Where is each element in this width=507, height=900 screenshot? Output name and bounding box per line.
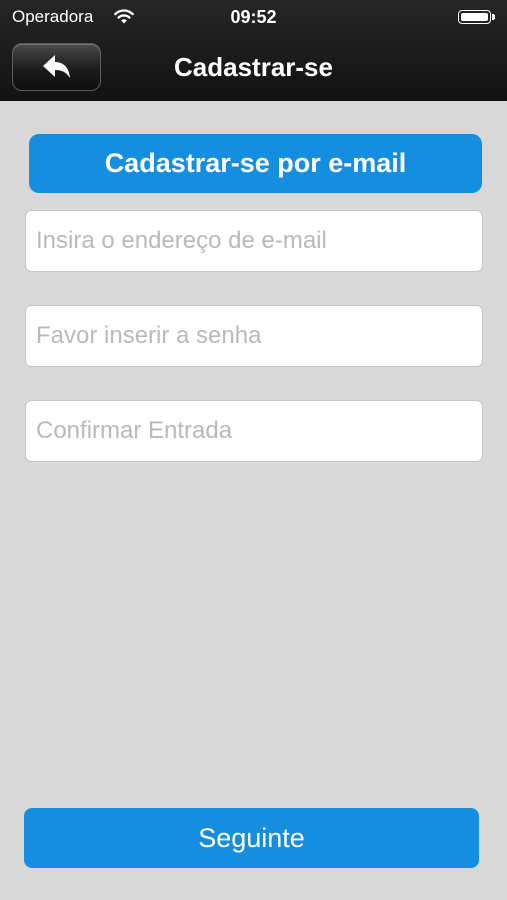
next-button[interactable]: Seguinte	[24, 808, 479, 868]
battery-icon	[458, 10, 496, 26]
status-bar: Operadora 09:52	[0, 0, 507, 34]
page-title: Cadastrar-se	[174, 52, 333, 82]
confirm-password-field[interactable]	[25, 400, 483, 462]
email-field[interactable]	[25, 210, 483, 272]
top-bar: Operadora 09:52 Cadastrar-se	[0, 0, 507, 101]
email-signup-header: Cadastrar-se por e-mail	[29, 134, 482, 193]
status-time: 09:52	[230, 7, 277, 27]
password-field[interactable]	[25, 305, 483, 367]
